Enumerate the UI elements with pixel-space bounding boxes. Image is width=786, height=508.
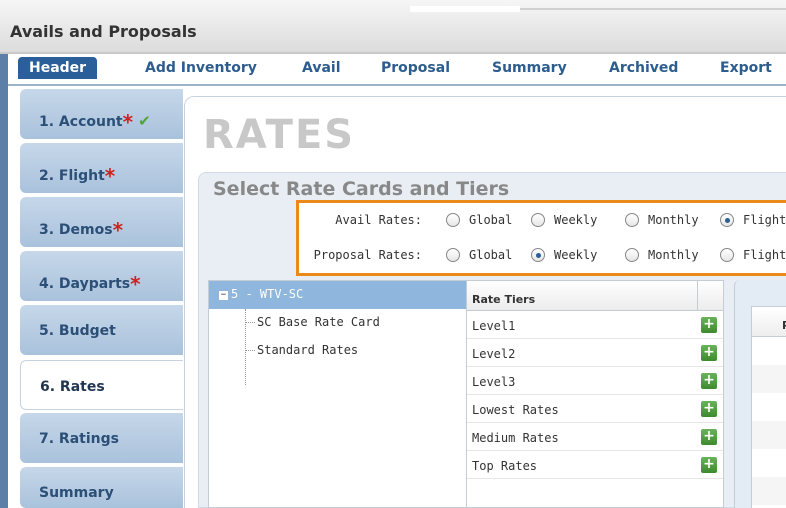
proposal-rates-row: Proposal Rates: Global Weekly Monthly Fl…: [299, 248, 786, 268]
grid-body: P: [751, 306, 786, 508]
tier-name: Lowest Rates: [472, 403, 559, 417]
rate-card-tree: −5 - WTV-SC SC Base Rate Card Standard R…: [208, 280, 468, 508]
add-tier-icon[interactable]: +: [701, 317, 717, 333]
radio-button-selected[interactable]: [531, 248, 545, 262]
tier-row: Level2 +: [467, 339, 723, 367]
required-star-icon: *: [122, 110, 134, 134]
rate-tiers-header: Rate Tiers: [467, 281, 723, 311]
tree-connector: [245, 322, 255, 323]
avail-rates-label: Avail Rates:: [335, 213, 422, 227]
nav-tab-export[interactable]: Export: [720, 60, 772, 76]
step-account[interactable]: 1. Account* ✔: [20, 89, 183, 139]
avail-option-weekly[interactable]: Weekly: [531, 213, 597, 227]
tier-row: Level1 +: [467, 311, 723, 339]
grid-row: [752, 393, 786, 421]
avail-option-global[interactable]: Global: [446, 213, 512, 227]
tree-node-standard-rates[interactable]: Standard Rates: [257, 343, 358, 357]
step-label: 7. Ratings: [39, 431, 119, 447]
add-tier-icon[interactable]: +: [701, 373, 717, 389]
nav-tab-avail[interactable]: Avail: [302, 60, 341, 76]
grid-row: [752, 365, 786, 393]
proposal-option-flight[interactable]: Flight: [720, 248, 786, 262]
step-rates[interactable]: 6. Rates: [20, 360, 183, 410]
avail-option-monthly[interactable]: Monthly: [625, 213, 699, 227]
grid-header-label: P: [782, 319, 786, 332]
rate-tiers-table: Rate Tiers Level1 + Level2 + Level3 + Lo…: [466, 280, 724, 508]
tier-row: Top Rates +: [467, 451, 723, 479]
grid-header: P: [752, 307, 786, 337]
checkmark-icon: ✔: [138, 112, 151, 130]
add-tier-icon[interactable]: +: [701, 345, 717, 361]
rate-tiers-title: Rate Tiers: [472, 293, 536, 306]
page-title: RATES: [203, 112, 356, 158]
column-divider: [697, 281, 698, 311]
nav-tab-add-inventory[interactable]: Add Inventory: [145, 60, 257, 76]
step-label: Summary: [39, 485, 114, 501]
radio-button[interactable]: [720, 248, 734, 262]
step-flight[interactable]: 2. Flight*: [20, 143, 183, 193]
radio-button[interactable]: [531, 213, 545, 227]
grid-row: [752, 449, 786, 477]
step-label: 4. Dayparts: [39, 276, 131, 292]
proposal-option-weekly[interactable]: Weekly: [531, 248, 597, 262]
grid-row: [752, 337, 786, 365]
tier-name: Level1: [472, 319, 516, 333]
nav-tab-summary[interactable]: Summary: [492, 60, 567, 76]
step-summary[interactable]: Summary: [20, 467, 183, 508]
radio-button[interactable]: [625, 248, 639, 262]
grid-row: [752, 477, 786, 505]
proposal-option-monthly[interactable]: Monthly: [625, 248, 699, 262]
tier-name: Level3: [472, 375, 516, 389]
tier-name: Medium Rates: [472, 431, 559, 445]
radio-button[interactable]: [446, 248, 460, 262]
main-nav: Header Add Inventory Avail Proposal Summ…: [0, 54, 786, 86]
required-star-icon: *: [130, 272, 141, 296]
step-demos[interactable]: 3. Demos*: [20, 197, 183, 247]
nav-tab-header[interactable]: Header: [18, 57, 98, 79]
nav-left-edge: [0, 54, 8, 86]
step-ratings[interactable]: 7. Ratings: [20, 413, 183, 463]
tier-row: Lowest Rates +: [467, 395, 723, 423]
tier-name: Top Rates: [472, 459, 538, 473]
proposal-rates-label: Proposal Rates:: [313, 248, 422, 262]
app-title: Avails and Proposals: [10, 22, 197, 41]
section-title: Select Rate Cards and Tiers: [213, 178, 510, 200]
add-tier-icon[interactable]: +: [701, 429, 717, 445]
step-label: 1. Account: [39, 114, 123, 130]
step-label: 5. Budget: [39, 323, 116, 339]
tree-connector: [245, 350, 255, 351]
avail-rates-row: Avail Rates: Global Weekly Monthly Fligh…: [299, 213, 786, 233]
nav-tab-proposal[interactable]: Proposal: [381, 60, 450, 76]
add-tier-icon[interactable]: +: [701, 457, 717, 473]
tier-row: Medium Rates +: [467, 423, 723, 451]
tab-strip-gap: [410, 6, 520, 12]
radio-button-selected[interactable]: [720, 213, 734, 227]
step-dayparts[interactable]: 4. Dayparts*: [20, 251, 183, 301]
proposal-option-global[interactable]: Global: [446, 248, 512, 262]
avail-option-flight[interactable]: Flight: [720, 213, 786, 227]
title-bar: Avails and Proposals: [0, 0, 786, 54]
tree-node-sc-base-rate-card[interactable]: SC Base Rate Card: [257, 315, 380, 329]
step-label: 6. Rates: [40, 379, 105, 395]
required-star-icon: *: [112, 218, 124, 242]
radio-button[interactable]: [625, 213, 639, 227]
step-label: 2. Flight: [39, 168, 105, 184]
tier-row: Level3 +: [467, 367, 723, 395]
tier-name: Level2: [472, 347, 516, 361]
grid-row: [752, 421, 786, 449]
add-tier-icon[interactable]: +: [701, 401, 717, 417]
tree-connector: [245, 309, 246, 385]
tree-root-node[interactable]: −5 - WTV-SC: [209, 281, 467, 309]
step-budget[interactable]: 5. Budget: [20, 305, 183, 355]
step-label: 3. Demos: [39, 222, 113, 238]
nav-tab-archived[interactable]: Archived: [609, 60, 678, 76]
radio-button[interactable]: [446, 213, 460, 227]
rate-options-box: Avail Rates: Global Weekly Monthly Fligh…: [296, 200, 786, 276]
collapse-icon[interactable]: −: [219, 291, 228, 300]
selected-rates-grid: P: [734, 280, 786, 508]
required-star-icon: *: [104, 164, 116, 188]
sidebar-edge: [0, 86, 8, 508]
